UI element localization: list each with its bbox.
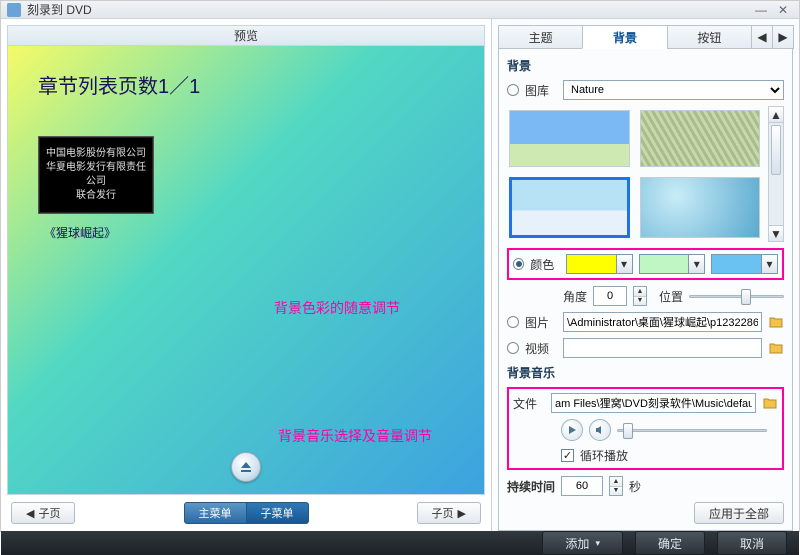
prev-child-button[interactable]: ◀ 子页 <box>11 502 75 524</box>
tab-scroll-left[interactable]: ◀ <box>751 25 773 49</box>
duration-spinner[interactable]: ▲▼ <box>609 476 623 496</box>
eject-icon <box>239 460 253 474</box>
duration-unit: 秒 <box>629 478 641 495</box>
color-label: 颜色 <box>530 256 560 273</box>
annotation-music: 背景音乐选择及音量调节 <box>278 426 432 446</box>
add-button[interactable]: 添加 <box>542 531 623 555</box>
chapter-label: 《猩球崛起》 <box>44 224 116 241</box>
spin-up-icon: ▲ <box>634 287 646 297</box>
radio-video[interactable] <box>507 342 519 354</box>
footer-bar: 添加 确定 取消 <box>1 531 799 555</box>
angle-input[interactable] <box>593 286 627 306</box>
spin-down-icon: ▼ <box>634 297 646 306</box>
tab-button[interactable]: 按钮 <box>667 25 752 49</box>
image-row: 图片 <box>507 312 784 332</box>
left-nav-bar: ◀ 子页 主菜单 子菜单 子页 ▶ <box>7 495 485 531</box>
position-label: 位置 <box>659 288 683 305</box>
video-row: 视频 <box>507 338 784 358</box>
video-label: 视频 <box>525 340 557 357</box>
next-child-button[interactable]: 子页 ▶ <box>417 502 481 524</box>
angle-spinner[interactable]: ▲▼ <box>633 286 647 306</box>
main-menu-button[interactable]: 主菜单 <box>184 502 247 524</box>
gallery-thumbs <box>507 106 762 242</box>
angle-label: 角度 <box>563 288 587 305</box>
gallery-label: 图库 <box>525 82 557 99</box>
app-window: 刻录到 DVD ― ✕ 预览 章节列表页数1／1 中国电影股份有限公司 华夏电影… <box>0 0 800 532</box>
ok-button[interactable]: 确定 <box>635 531 705 555</box>
color-section-highlight: 颜色 ▾ ▾ ▾ <box>507 248 784 280</box>
preview-header: 预览 <box>7 25 485 45</box>
image-path-input[interactable] <box>563 312 762 332</box>
radio-color[interactable] <box>513 258 524 270</box>
music-section-highlight: 文件 循环播放 <box>507 387 784 470</box>
tab-theme[interactable]: 主题 <box>498 25 583 49</box>
tabs: 主题 背景 按钮 ◀ ▶ <box>498 25 793 49</box>
radio-image[interactable] <box>507 316 519 328</box>
play-button[interactable] <box>561 419 583 441</box>
chapter-title: 章节列表页数1／1 <box>38 70 200 99</box>
loop-label: 循环播放 <box>580 447 628 464</box>
color-dropdown-1[interactable]: ▾ <box>566 254 633 274</box>
browse-image-button[interactable] <box>768 314 784 330</box>
gallery-thumb-selected[interactable] <box>509 177 630 238</box>
browse-video-button[interactable] <box>768 340 784 356</box>
loop-checkbox[interactable] <box>561 449 574 462</box>
eject-button[interactable] <box>231 452 261 482</box>
scroll-thumb[interactable] <box>771 125 781 175</box>
cancel-button[interactable]: 取消 <box>717 531 787 555</box>
angle-row: 角度 ▲▼ 位置 <box>507 286 784 306</box>
scroll-down-icon[interactable]: ▼ <box>769 225 783 241</box>
music-file-input[interactable] <box>551 393 756 413</box>
video-path-input[interactable] <box>563 338 762 358</box>
window-title: 刻录到 DVD <box>27 1 92 18</box>
left-pane: 预览 章节列表页数1／1 中国电影股份有限公司 华夏电影发行有限责任公司 联合发… <box>1 19 491 531</box>
gallery-thumb[interactable] <box>640 110 761 167</box>
preview-area: 章节列表页数1／1 中国电影股份有限公司 华夏电影发行有限责任公司 联合发行 《… <box>7 45 485 495</box>
minimize-button[interactable]: ― <box>751 2 771 18</box>
browse-music-button[interactable] <box>762 395 778 411</box>
tab-scroll-right[interactable]: ▶ <box>772 25 794 49</box>
apply-all-button[interactable]: 应用于全部 <box>694 502 784 524</box>
chapter-thumbnail[interactable]: 中国电影股份有限公司 华夏电影发行有限责任公司 联合发行 <box>38 136 154 214</box>
music-file-label: 文件 <box>513 395 545 412</box>
folder-icon <box>769 316 783 328</box>
gallery-thumb[interactable] <box>640 177 761 238</box>
gallery-select[interactable]: Nature <box>563 80 784 100</box>
duration-label: 持续时间 <box>507 478 555 495</box>
gallery-area: ▲ ▼ <box>507 106 784 242</box>
gallery-scrollbar[interactable]: ▲ ▼ <box>768 106 784 242</box>
app-icon <box>7 3 21 17</box>
duration-input[interactable] <box>561 476 603 496</box>
image-label: 图片 <box>525 314 557 331</box>
chevron-down-icon: ▾ <box>616 255 632 273</box>
close-button[interactable]: ✕ <box>773 2 793 18</box>
chevron-down-icon: ▾ <box>761 255 777 273</box>
volume-button[interactable] <box>589 419 611 441</box>
titlebar: 刻录到 DVD ― ✕ <box>1 1 799 19</box>
color-dropdown-3[interactable]: ▾ <box>711 254 778 274</box>
play-icon <box>567 425 577 435</box>
folder-icon <box>769 342 783 354</box>
tab-background[interactable]: 背景 <box>582 25 667 49</box>
chevron-down-icon: ▾ <box>688 255 704 273</box>
color-dropdown-2[interactable]: ▾ <box>639 254 706 274</box>
duration-row: 持续时间 ▲▼ 秒 <box>507 476 784 496</box>
folder-icon <box>763 397 777 409</box>
scroll-up-icon[interactable]: ▲ <box>769 107 783 123</box>
spin-down-icon: ▼ <box>610 487 622 496</box>
radio-gallery[interactable] <box>507 84 519 96</box>
bg-section-title: 背景 <box>507 57 784 74</box>
position-slider[interactable] <box>689 287 784 305</box>
gallery-row: 图库 Nature <box>507 80 784 100</box>
spin-up-icon: ▲ <box>610 477 622 487</box>
background-panel: 背景 图库 Nature ▲ ▼ <box>498 49 793 531</box>
volume-slider[interactable] <box>617 421 767 439</box>
volume-icon <box>594 424 606 436</box>
right-pane: 主题 背景 按钮 ◀ ▶ 背景 图库 Nature <box>491 19 799 531</box>
sub-menu-button[interactable]: 子菜单 <box>247 502 309 524</box>
music-section-title: 背景音乐 <box>507 364 784 381</box>
gallery-thumb[interactable] <box>509 110 630 167</box>
annotation-color: 背景色彩的随意调节 <box>274 298 400 318</box>
menu-segment: 主菜单 子菜单 <box>184 502 309 524</box>
